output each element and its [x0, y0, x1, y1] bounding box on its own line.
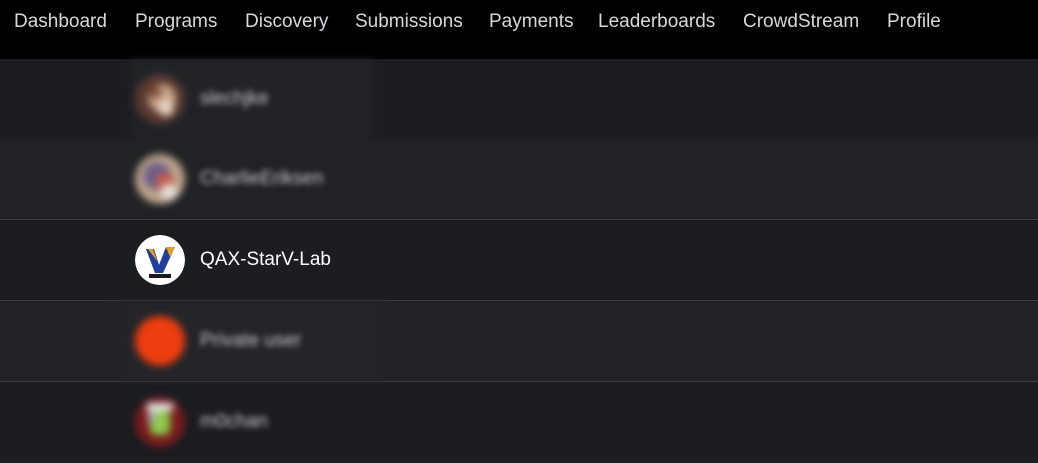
nav-discovery[interactable]: Discovery	[245, 9, 328, 35]
user-avatar-icon[interactable]	[135, 74, 185, 124]
nav-payments[interactable]: Payments	[489, 9, 573, 35]
nav-dashboard[interactable]: Dashboard	[14, 9, 107, 35]
username-link[interactable]: Private user	[200, 329, 301, 353]
username-link[interactable]: QAX-StarV-Lab	[200, 248, 331, 272]
username-link[interactable]: slechjke	[200, 87, 269, 111]
leaderboard-row: slechjke	[0, 59, 1038, 140]
leaderboard-list: slechjke CharlieEriksen QAX-StarV-Lab Pr…	[0, 59, 1038, 463]
nav-profile[interactable]: Profile	[887, 9, 941, 35]
private-user-avatar-icon[interactable]	[135, 316, 185, 366]
username-link[interactable]: CharlieEriksen	[200, 167, 324, 191]
starv-lab-logo-icon[interactable]	[135, 235, 185, 285]
user-avatar-icon[interactable]	[135, 397, 185, 447]
leaderboard-row: m0chan	[0, 382, 1038, 462]
nav-submissions[interactable]: Submissions	[355, 9, 463, 35]
user-avatar-icon[interactable]	[135, 154, 185, 204]
top-navigation: Dashboard Programs Discovery Submissions…	[0, 0, 1038, 59]
username-link[interactable]: m0chan	[200, 410, 268, 434]
leaderboard-row: Private user	[0, 301, 1038, 382]
nav-programs[interactable]: Programs	[135, 9, 217, 35]
nav-crowdstream[interactable]: CrowdStream	[743, 9, 859, 35]
leaderboard-row: QAX-StarV-Lab	[0, 220, 1038, 301]
leaderboard-row: CharlieEriksen	[0, 139, 1038, 220]
nav-leaderboards[interactable]: Leaderboards	[598, 9, 715, 35]
